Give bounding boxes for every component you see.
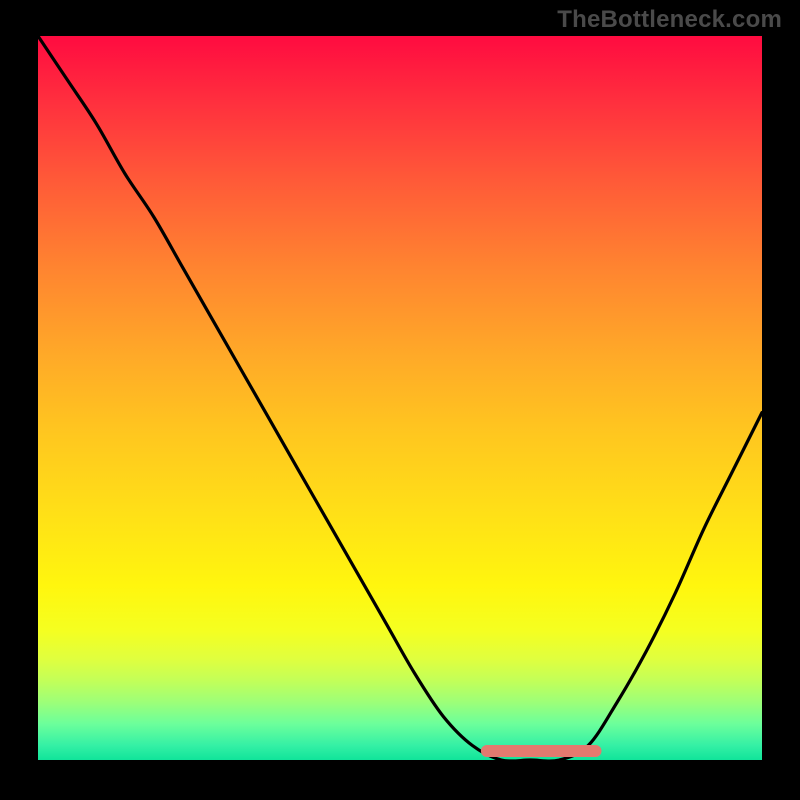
plot-area	[38, 36, 762, 760]
chart-frame: TheBottleneck.com	[0, 0, 800, 800]
bottleneck-curve	[38, 36, 762, 760]
watermark-text: TheBottleneck.com	[557, 6, 782, 34]
